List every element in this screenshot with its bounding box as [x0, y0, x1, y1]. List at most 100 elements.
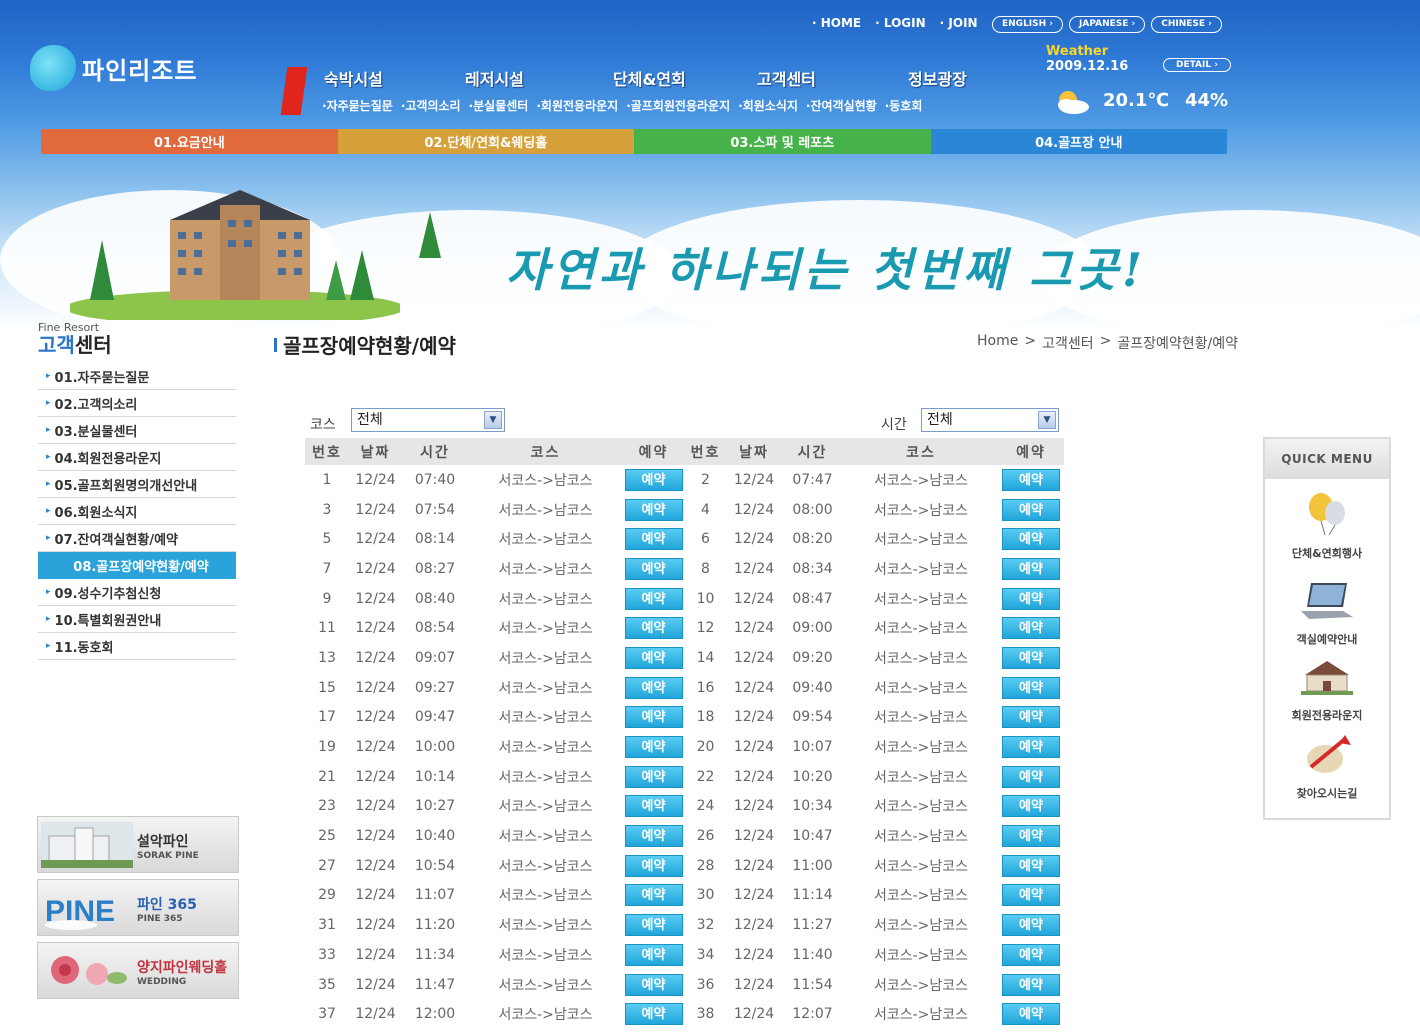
subnav-lost-found[interactable]: 분실물센터	[469, 97, 528, 114]
side-menu-item[interactable]: ▸ 01.자주묻는질문	[38, 363, 236, 390]
course-select[interactable]: 전체 ▼	[351, 408, 505, 432]
booking-number: 5	[322, 531, 332, 548]
english-button[interactable]: ENGLISH ›	[992, 16, 1064, 33]
course-name: 서코스->남코스	[498, 591, 593, 608]
join-link[interactable]: JOIN	[940, 16, 977, 30]
nav-group-banquet[interactable]: 단체&연회	[613, 66, 757, 90]
reserve-cell: 예약	[623, 613, 684, 643]
side-menu-item[interactable]: ▸ 02.고객의소리	[38, 390, 236, 417]
category-golf-info[interactable]: 04.골프장 안내	[930, 129, 1227, 154]
side-menu-item[interactable]: ▸ 05.골프회원명의개선안내	[38, 471, 236, 498]
tee-time: 11:14	[792, 887, 833, 904]
booking-number: 1	[322, 471, 332, 488]
side-menu-item[interactable]: ▸ 04.회원전용라운지	[38, 444, 236, 471]
nav-leisure[interactable]: 레저시설	[465, 66, 613, 90]
reserve-cell: 예약	[623, 762, 684, 792]
subnav-club[interactable]: 동호회	[885, 97, 922, 114]
reserve-button[interactable]: 예약	[1002, 795, 1060, 818]
subnav-newsletter[interactable]: 회원소식지	[738, 97, 798, 114]
reserve-button[interactable]: 예약	[624, 646, 683, 669]
reserve-button[interactable]: 예약	[1002, 706, 1060, 729]
site-logo[interactable]: 파인리조트	[30, 45, 197, 91]
reserve-button[interactable]: 예약	[624, 943, 683, 966]
reserve-cell: 예약	[623, 881, 684, 911]
reserve-button[interactable]: 예약	[1002, 646, 1060, 669]
side-menu-item[interactable]: ▸ 07.잔여객실현황/예약	[38, 525, 236, 552]
nav-lodging[interactable]: 숙박시설	[324, 66, 465, 90]
banner-pine-365[interactable]: PINE 파인 365 PINE 365	[37, 879, 239, 936]
category-rates[interactable]: 01.요금안내	[41, 129, 338, 154]
column-header: 날짜	[727, 438, 781, 465]
reserve-button[interactable]: 예약	[1002, 587, 1060, 610]
table-header-row: 번호 날짜 시간 코스 예약 번호 날짜 시간 코스 예약	[305, 438, 1064, 465]
reserve-button[interactable]: 예약	[1002, 854, 1060, 877]
quick-menu-room-reservation[interactable]: 객실예약안내	[1265, 577, 1389, 647]
side-menu-item[interactable]: ▸ 10.특별회원권안내	[38, 606, 236, 633]
reserve-button[interactable]: 예약	[624, 676, 683, 699]
subnav-room-status[interactable]: 잔여객실현황	[806, 97, 876, 114]
reserve-button[interactable]: 예약	[1002, 1003, 1060, 1026]
breadcrumb-customer-center[interactable]: 고객센터	[1042, 333, 1094, 353]
reserve-button[interactable]: 예약	[624, 587, 683, 610]
subnav-golf-lounge[interactable]: 골프회원전용라운지	[626, 97, 730, 114]
home-link[interactable]: HOME	[812, 16, 861, 30]
time-select[interactable]: 전체 ▼	[921, 408, 1059, 432]
reserve-button[interactable]: 예약	[1002, 528, 1060, 551]
reserve-button[interactable]: 예약	[624, 617, 683, 640]
reserve-button[interactable]: 예약	[624, 1003, 683, 1026]
quick-menu-directions[interactable]: 찾아오시는길	[1265, 731, 1389, 801]
side-menu-item[interactable]: ▸ 03.분실물센터	[38, 417, 236, 444]
reserve-button[interactable]: 예약	[624, 973, 683, 996]
reserve-button[interactable]: 예약	[624, 498, 683, 521]
reserve-button[interactable]: 예약	[1002, 557, 1060, 580]
nav-customer-center[interactable]: 고객센터	[757, 66, 908, 90]
reserve-button[interactable]: 예약	[1002, 825, 1060, 848]
course-name: 서코스->남코스	[498, 947, 593, 964]
reserve-button[interactable]: 예약	[1002, 765, 1060, 788]
reserve-button[interactable]: 예약	[624, 884, 683, 907]
booking-date: 12/24	[733, 709, 775, 726]
subnav-faq[interactable]: 자주묻는질문	[322, 97, 393, 114]
side-menu-item[interactable]: ▸ 09.성수기추첨신청	[38, 579, 236, 606]
reserve-button[interactable]: 예약	[1002, 676, 1060, 699]
booking-date: 12/24	[355, 946, 396, 963]
reserve-button[interactable]: 예약	[1002, 884, 1060, 907]
banner-sorak-pine[interactable]: 설악파인 SORAK PINE	[37, 816, 239, 873]
reserve-button[interactable]: 예약	[624, 825, 683, 848]
tee-time: 10:47	[792, 828, 833, 845]
quick-menu-member-lounge[interactable]: 회원전용라운지	[1265, 653, 1389, 723]
side-menu-item-active[interactable]: 08.골프장예약현황/예약	[38, 552, 236, 579]
category-golf-label: 04.골프장 안내	[1035, 136, 1123, 151]
reserve-button[interactable]: 예약	[1002, 914, 1060, 937]
reserve-button[interactable]: 예약	[1002, 973, 1060, 996]
reserve-button[interactable]: 예약	[624, 795, 683, 818]
banner-yangji-wedding[interactable]: 양지파인웨딩홀 WEDDING	[37, 942, 239, 999]
weather-detail-button[interactable]: DETAIL ›	[1163, 58, 1231, 72]
reserve-button[interactable]: 예약	[1002, 943, 1060, 966]
category-banquet-wedding[interactable]: 02.단체/연회&웨딩홀	[337, 129, 634, 154]
category-spa-sports[interactable]: 03.스파 및 레포츠	[634, 129, 931, 154]
booking-date: 12/24	[733, 590, 775, 607]
japanese-button[interactable]: JAPANESE ›	[1069, 16, 1146, 33]
reserve-button[interactable]: 예약	[1002, 498, 1060, 521]
reserve-button[interactable]: 예약	[624, 854, 683, 877]
reserve-button[interactable]: 예약	[624, 706, 683, 729]
reserve-button[interactable]: 예약	[624, 528, 683, 551]
side-menu-item[interactable]: ▸ 06.회원소식지	[38, 498, 236, 525]
side-menu-item[interactable]: ▸ 11.동호회	[38, 633, 236, 660]
subnav-member-lounge[interactable]: 회원전용라운지	[536, 97, 618, 114]
quick-menu-group-events[interactable]: 단체&연회행사	[1265, 491, 1389, 561]
reserve-button[interactable]: 예약	[624, 557, 683, 580]
chinese-button[interactable]: CHINESE ›	[1151, 16, 1222, 33]
nav-info-plaza[interactable]: 정보광장	[908, 66, 1008, 90]
reserve-button[interactable]: 예약	[1002, 617, 1060, 640]
reserve-button[interactable]: 예약	[1002, 736, 1060, 759]
reserve-button[interactable]: 예약	[624, 765, 683, 788]
subnav-voice[interactable]: 고객의소리	[401, 97, 460, 114]
reserve-button[interactable]: 예약	[624, 736, 683, 759]
reserve-button[interactable]: 예약	[624, 914, 683, 937]
reserve-button[interactable]: 예약	[624, 468, 683, 491]
login-link[interactable]: LOGIN	[875, 16, 926, 30]
breadcrumb-home[interactable]: Home	[977, 333, 1018, 353]
reserve-button[interactable]: 예약	[1002, 468, 1060, 491]
